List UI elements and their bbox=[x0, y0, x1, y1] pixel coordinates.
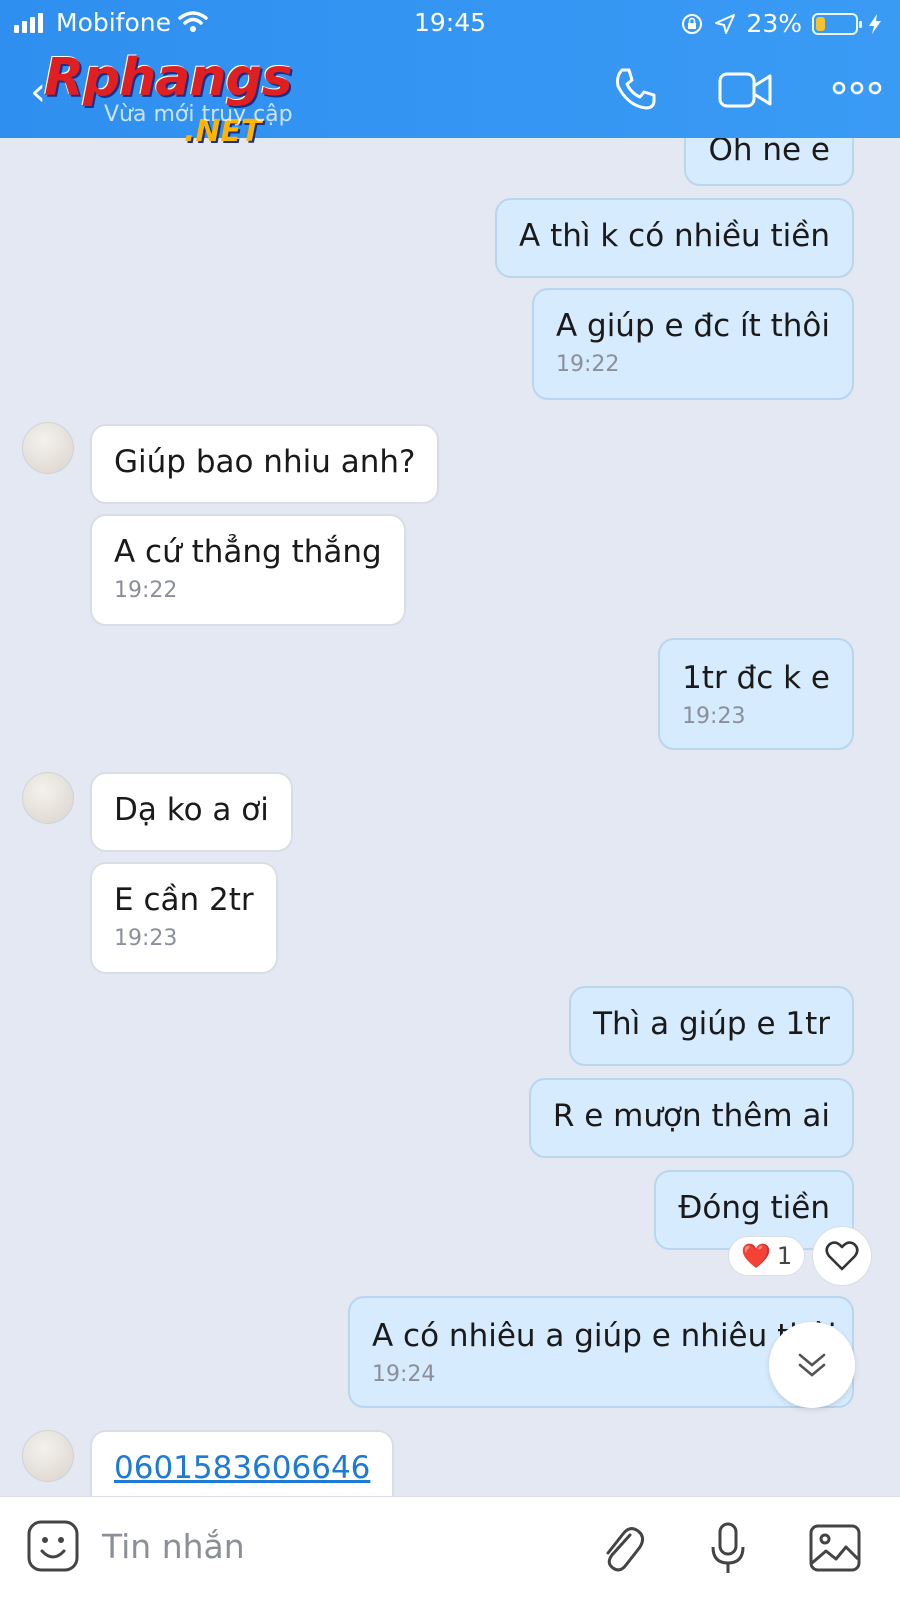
attachment-icon[interactable] bbox=[600, 1521, 646, 1577]
battery-fill bbox=[816, 16, 825, 31]
site-logo: Rphangs .NET bbox=[44, 48, 293, 149]
message-text: Đóng tiền bbox=[678, 1190, 830, 1226]
battery-percent: 23% bbox=[746, 9, 802, 38]
message-input-bar: Tin nhắn bbox=[0, 1496, 900, 1600]
message-text: E cần 2tr bbox=[114, 882, 254, 918]
status-bar: Mobifone 19:45 23% bbox=[0, 0, 900, 46]
message-text: A giúp e đc ít thôi bbox=[555, 308, 830, 344]
message-text: Giúp bao nhiu anh? bbox=[114, 444, 416, 480]
reaction-badge[interactable]: ❤️ 1 bbox=[728, 1236, 806, 1276]
message-time: 19:23 bbox=[114, 926, 178, 951]
message-bubble[interactable]: Oh ne e bbox=[684, 138, 854, 186]
battery-icon bbox=[812, 12, 862, 35]
message-bubble[interactable]: Thì a giúp e 1tr bbox=[569, 986, 854, 1066]
orientation-lock-icon bbox=[682, 13, 703, 34]
message-bubble[interactable]: A cứ thẳng thắng 19:22 bbox=[90, 514, 406, 626]
logo-main-text: Rphangs bbox=[44, 48, 293, 108]
message-text: Oh ne e bbox=[708, 138, 830, 168]
message-text: A cứ thẳng thắng bbox=[114, 534, 382, 570]
message-bubble[interactable]: Dạ ko a ơi bbox=[90, 772, 293, 852]
message-input[interactable]: Tin nhắn bbox=[102, 1527, 245, 1566]
scroll-to-bottom-button[interactable] bbox=[769, 1322, 855, 1408]
gallery-image-icon[interactable] bbox=[808, 1523, 862, 1573]
status-right: 23% bbox=[680, 9, 882, 38]
message-bubble[interactable]: 0601583606646 bbox=[90, 1430, 395, 1496]
like-heart-button[interactable] bbox=[812, 1226, 872, 1286]
message-text: Thì a giúp e 1tr bbox=[593, 1006, 830, 1042]
message-bubble[interactable]: A giúp e đc ít thôi 19:22 bbox=[531, 288, 854, 400]
contact-avatar[interactable] bbox=[22, 772, 74, 824]
message-text: A thì k có nhiều tiền bbox=[519, 218, 830, 254]
message-text: Dạ ko a ơi bbox=[114, 792, 269, 828]
location-icon bbox=[715, 13, 736, 34]
phone-number-link[interactable]: 0601583606646 bbox=[114, 1450, 370, 1486]
message-text: R e mượn thêm ai bbox=[552, 1098, 830, 1134]
message-text: 1tr đc k e bbox=[682, 660, 830, 696]
message-bubble[interactable]: 1tr đc k e 19:23 bbox=[658, 638, 854, 750]
message-time: 19:22 bbox=[555, 352, 620, 377]
message-time: 19:22 bbox=[114, 578, 178, 603]
top-bar: Mobifone 19:45 23% ‹ Rphangs .NET Vừa mớ… bbox=[0, 0, 900, 149]
message-bubble[interactable]: E cần 2tr 19:23 bbox=[90, 862, 278, 974]
message-time: 19:23 bbox=[682, 704, 746, 729]
phone-call-icon[interactable] bbox=[612, 66, 658, 112]
contact-avatar[interactable] bbox=[22, 1430, 74, 1482]
microphone-icon[interactable] bbox=[708, 1521, 748, 1577]
message-text: A có nhiêu a giúp e nhiêu thôi bbox=[372, 1318, 837, 1354]
presence-status: Vừa mới truy cập bbox=[104, 102, 293, 127]
sticker-icon[interactable] bbox=[26, 1519, 80, 1573]
heart-reaction-icon: ❤️ bbox=[741, 1242, 771, 1270]
contact-avatar[interactable] bbox=[22, 422, 74, 474]
message-time: 19:24 bbox=[372, 1362, 436, 1387]
more-options-icon[interactable] bbox=[832, 78, 882, 98]
heart-outline-icon bbox=[825, 1241, 859, 1271]
chat-area[interactable]: Oh ne e A thì k có nhiều tiền A giúp e đ… bbox=[0, 138, 900, 1496]
message-bubble[interactable]: A thì k có nhiều tiền bbox=[495, 198, 854, 278]
reaction-count: 1 bbox=[776, 1242, 793, 1270]
charging-icon bbox=[869, 13, 881, 34]
message-bubble[interactable]: R e mượn thêm ai bbox=[528, 1078, 854, 1158]
message-bubble[interactable]: Giúp bao nhiu anh? bbox=[90, 424, 440, 504]
video-call-icon[interactable] bbox=[718, 70, 772, 110]
double-chevron-down-icon bbox=[798, 1353, 826, 1377]
